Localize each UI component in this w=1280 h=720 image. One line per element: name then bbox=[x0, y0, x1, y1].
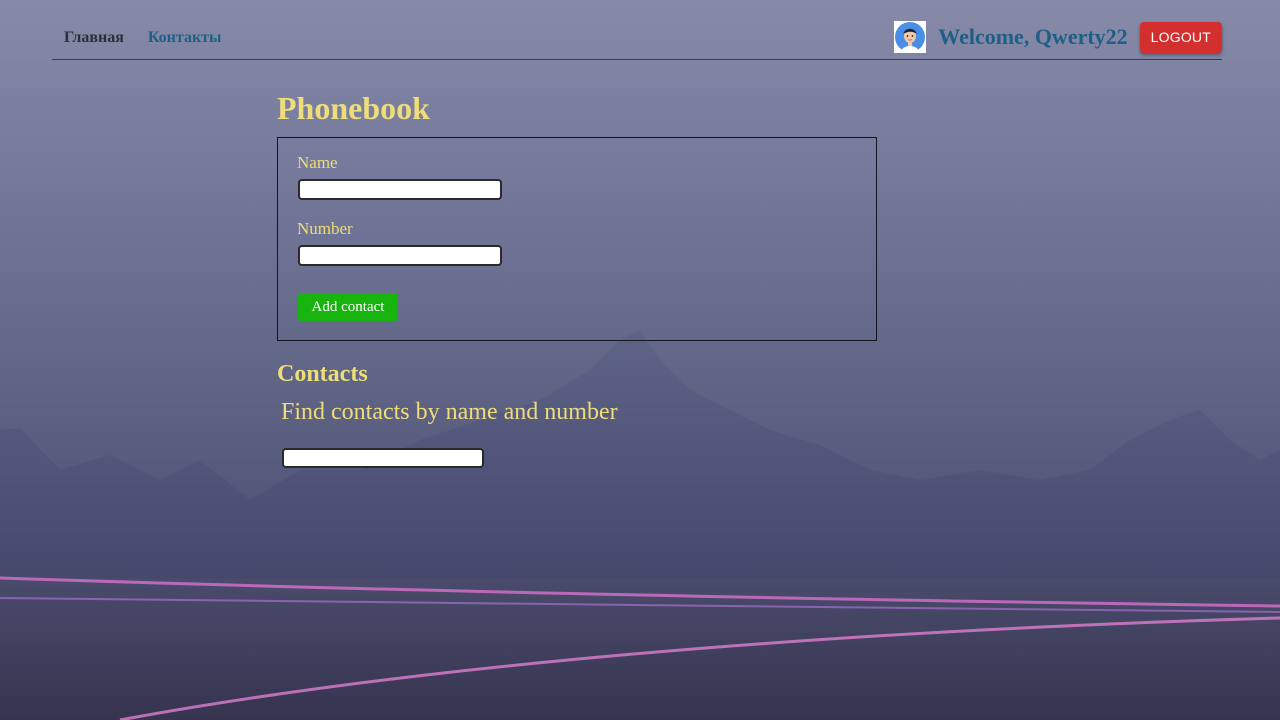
name-label: Name bbox=[297, 153, 338, 172]
add-contact-form: Name Number Add contact bbox=[277, 137, 877, 341]
page-title: Phonebook bbox=[277, 90, 430, 126]
main-nav: Главная Контакты bbox=[64, 29, 222, 47]
welcome-message: Welcome, Qwerty22 bbox=[938, 24, 1128, 49]
nav-link-home[interactable]: Главная bbox=[64, 29, 124, 47]
logout-button[interactable]: LOGOUT bbox=[1139, 21, 1222, 53]
user-menu: Welcome, Qwerty22 LOGOUT bbox=[894, 21, 1222, 53]
filter-label: Find contacts by name and number bbox=[281, 399, 618, 425]
contacts-title: Contacts bbox=[277, 361, 368, 387]
app-header: Главная Контакты Welcome, Qwerty22 LOGOU… bbox=[52, 18, 1222, 60]
name-input[interactable] bbox=[298, 179, 502, 200]
add-contact-button[interactable]: Add contact bbox=[298, 293, 398, 321]
number-label: Number bbox=[297, 219, 353, 238]
app-root: Главная Контакты Welcome, Qwerty22 LOGOU… bbox=[0, 0, 1280, 720]
number-input[interactable] bbox=[298, 245, 502, 266]
user-avatar-icon bbox=[894, 21, 927, 53]
nav-link-contacts[interactable]: Контакты bbox=[148, 29, 222, 47]
filter-input[interactable] bbox=[282, 448, 484, 468]
